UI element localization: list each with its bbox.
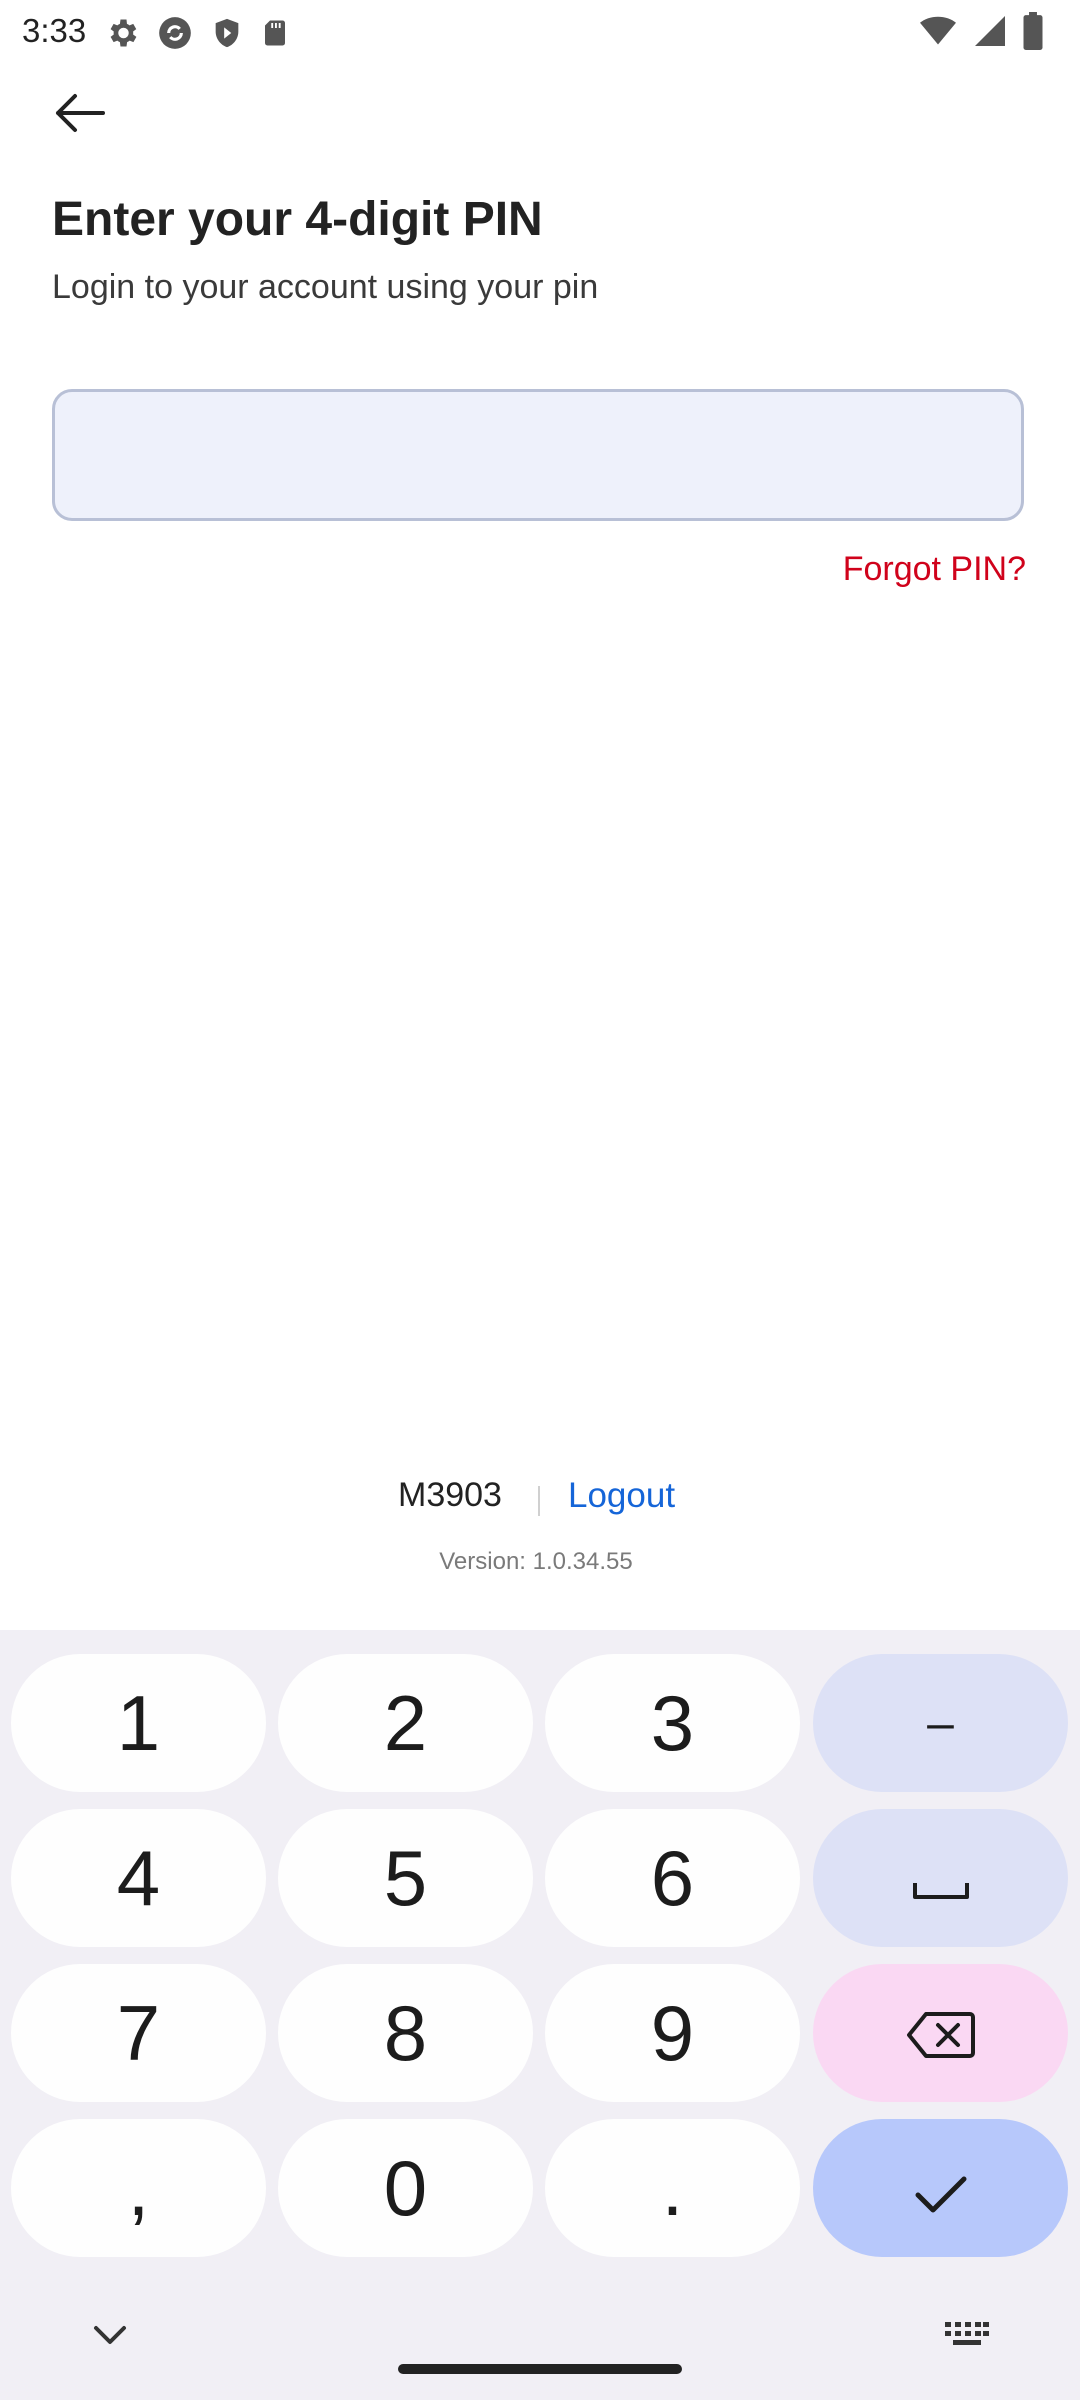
key-2[interactable]: 2 — [278, 1654, 533, 1792]
gesture-nav-handle[interactable] — [398, 2364, 682, 2374]
status-time: 3:33 — [22, 12, 87, 49]
check-icon — [913, 2143, 969, 2234]
battery-icon — [1022, 12, 1044, 55]
backspace-icon — [906, 1988, 976, 2079]
key-comma[interactable]: , — [11, 2119, 266, 2257]
sync-icon — [156, 14, 194, 57]
space-icon — [911, 1833, 971, 1924]
pin-input[interactable] — [52, 389, 1024, 521]
key-4[interactable]: 4 — [11, 1809, 266, 1947]
key-enter[interactable] — [813, 2119, 1068, 2257]
page-subtitle: Login to your account using your pin — [52, 268, 599, 306]
settings-gear-icon — [104, 15, 140, 56]
key-period[interactable]: . — [545, 2119, 800, 2257]
status-bar: 3:33 — [0, 0, 1080, 64]
key-space[interactable] — [813, 1809, 1068, 1947]
account-id: M3903 — [398, 1476, 502, 1514]
forgot-pin-link[interactable]: Forgot PIN? — [843, 550, 1026, 589]
arrow-left-icon — [53, 93, 105, 138]
page-title: Enter your 4-digit PIN — [52, 193, 543, 246]
key-5[interactable]: 5 — [278, 1809, 533, 1947]
keyboard-icon[interactable] — [945, 2322, 989, 2351]
key-6[interactable]: 6 — [545, 1809, 800, 1947]
logout-link[interactable]: Logout — [568, 1476, 675, 1516]
key-9[interactable]: 9 — [545, 1964, 800, 2102]
key-1[interactable]: 1 — [11, 1654, 266, 1792]
key-dash[interactable]: – — [813, 1654, 1068, 1792]
account-row: M3903 Logout — [0, 1476, 1080, 1526]
keyboard-bottom-bar — [0, 2250, 1080, 2400]
key-0[interactable]: 0 — [278, 2119, 533, 2257]
key-backspace[interactable] — [813, 1964, 1068, 2102]
key-7[interactable]: 7 — [11, 1964, 266, 2102]
chevron-down-icon[interactable] — [92, 2324, 128, 2351]
wifi-icon — [918, 13, 958, 54]
sd-card-icon — [260, 16, 290, 55]
divider — [538, 1486, 540, 1516]
key-8[interactable]: 8 — [278, 1964, 533, 2102]
shield-icon — [210, 15, 244, 56]
back-button[interactable] — [44, 84, 114, 146]
key-3[interactable]: 3 — [545, 1654, 800, 1792]
cell-signal-icon — [972, 13, 1008, 54]
version-text: Version: 1.0.34.55 — [439, 1548, 633, 1575]
